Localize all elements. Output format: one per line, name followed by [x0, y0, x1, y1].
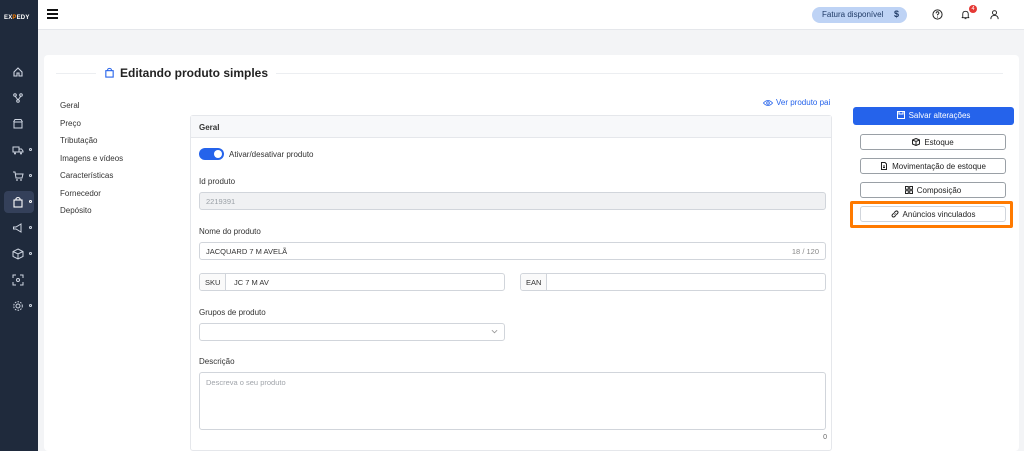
stock-movement-label: Movimentação de estoque	[892, 162, 986, 171]
submenu-indicator	[29, 226, 32, 229]
product-name-field[interactable]: JACQUARD 7 M AVELÃ 18 / 120	[199, 242, 826, 260]
product-id-field: 2219391	[199, 192, 826, 210]
sidebar-item-store[interactable]	[11, 116, 27, 132]
ean-field[interactable]: EAN	[520, 273, 826, 291]
sidebar-item-marketing[interactable]	[11, 220, 27, 236]
box-icon	[12, 248, 24, 260]
nav-item-tributacao[interactable]: Tributação	[60, 136, 123, 154]
sidebar-item-scanner[interactable]	[11, 272, 27, 288]
nav-item-geral[interactable]: Geral	[60, 101, 123, 119]
gear-icon	[13, 301, 23, 311]
box-icon	[912, 137, 921, 147]
stock-button[interactable]: Estoque	[860, 134, 1006, 150]
active-toggle-label: Ativar/desativar produto	[229, 150, 314, 159]
composition-label: Composição	[916, 186, 962, 195]
dollar-icon: $	[893, 9, 899, 19]
submenu-indicator	[29, 252, 32, 255]
composition-button[interactable]: Composição	[860, 182, 1006, 198]
sidebar-item-home[interactable]	[11, 64, 27, 80]
menu-toggle-icon[interactable]	[47, 9, 58, 19]
network-icon	[13, 93, 23, 103]
stock-movement-button[interactable]: Movimentação de estoque	[860, 158, 1006, 174]
product-name-label: Nome do produto	[199, 227, 261, 236]
save-changes-label: Salvar alterações	[908, 111, 971, 120]
document-transfer-icon	[881, 162, 888, 170]
eye-icon	[763, 100, 773, 106]
shopping-bag-icon	[13, 197, 23, 208]
product-name-counter: 18 / 120	[791, 247, 819, 256]
nav-item-preco[interactable]: Preço	[60, 119, 123, 137]
submenu-indicator	[29, 148, 32, 151]
ean-label: EAN	[521, 274, 548, 290]
description-textarea[interactable]: Descreva o seu produto	[199, 372, 826, 430]
product-id-label: Id produto	[199, 177, 236, 186]
nav-item-fornecedor[interactable]: Fornecedor	[60, 189, 123, 207]
invoice-label: Fatura disponível	[822, 10, 884, 19]
main-card: Editando produto simples Geral Preço Tri…	[44, 55, 1019, 451]
submenu-indicator	[29, 200, 32, 203]
nav-item-caracteristicas[interactable]: Características	[60, 171, 123, 189]
sidebar-item-settings[interactable]	[11, 298, 27, 314]
truck-icon	[12, 146, 24, 155]
sidebar-item-inventory[interactable]	[11, 246, 27, 262]
home-icon	[13, 67, 23, 77]
app-logo[interactable]: EXPEDY	[4, 15, 34, 25]
help-icon[interactable]	[932, 9, 943, 20]
sku-value: JC 7 M AV	[234, 278, 269, 287]
view-parent-product-label: Ver produto pai	[776, 98, 831, 107]
general-section: Geral Ativar/desativar produto Id produt…	[190, 115, 832, 451]
description-label: Descrição	[199, 357, 235, 366]
description-counter: 0	[823, 434, 827, 441]
product-name-value: JACQUARD 7 M AVELÃ	[206, 247, 288, 256]
notification-badge: 4	[969, 5, 977, 13]
nav-item-deposito[interactable]: Depósito	[60, 206, 123, 224]
highlight-annotation	[850, 201, 1013, 228]
sidebar-item-integrations[interactable]	[11, 90, 27, 106]
section-title: Geral	[191, 116, 831, 138]
view-parent-product-link[interactable]: Ver produto pai	[763, 98, 830, 107]
save-changes-button[interactable]: Salvar alterações	[853, 107, 1014, 125]
scan-icon	[12, 274, 24, 286]
page-title: Editando produto simples	[120, 66, 269, 80]
megaphone-icon	[13, 223, 22, 233]
product-groups-select[interactable]	[199, 323, 505, 341]
nav-item-imagens-videos[interactable]: Imagens e vídeos	[60, 154, 123, 172]
shopping-bag-icon	[105, 67, 114, 78]
stock-label: Estoque	[924, 138, 954, 147]
invoice-available-button[interactable]: Fatura disponível $	[812, 7, 907, 23]
product-groups-label: Grupos de produto	[199, 308, 266, 317]
active-toggle[interactable]	[199, 148, 224, 160]
page-header: Editando produto simples	[96, 65, 277, 81]
submenu-indicator	[29, 304, 32, 307]
cart-icon	[13, 171, 24, 181]
section-nav: Geral Preço Tributação Imagens e vídeos …	[60, 101, 123, 224]
save-icon	[896, 111, 905, 119]
sku-label: SKU	[200, 274, 227, 290]
top-bar: Fatura disponível $ 4	[38, 0, 1024, 30]
user-icon[interactable]	[989, 9, 1000, 20]
chevron-down-icon	[491, 329, 498, 334]
sku-field[interactable]: SKU JC 7 M AV	[199, 273, 505, 291]
sidebar-item-shipping[interactable]	[11, 142, 27, 158]
submenu-indicator	[29, 174, 32, 177]
grid-icon	[904, 186, 913, 194]
sidebar-item-sales[interactable]	[11, 168, 27, 184]
store-icon	[13, 119, 23, 129]
sidebar: EXPEDY	[0, 0, 38, 451]
